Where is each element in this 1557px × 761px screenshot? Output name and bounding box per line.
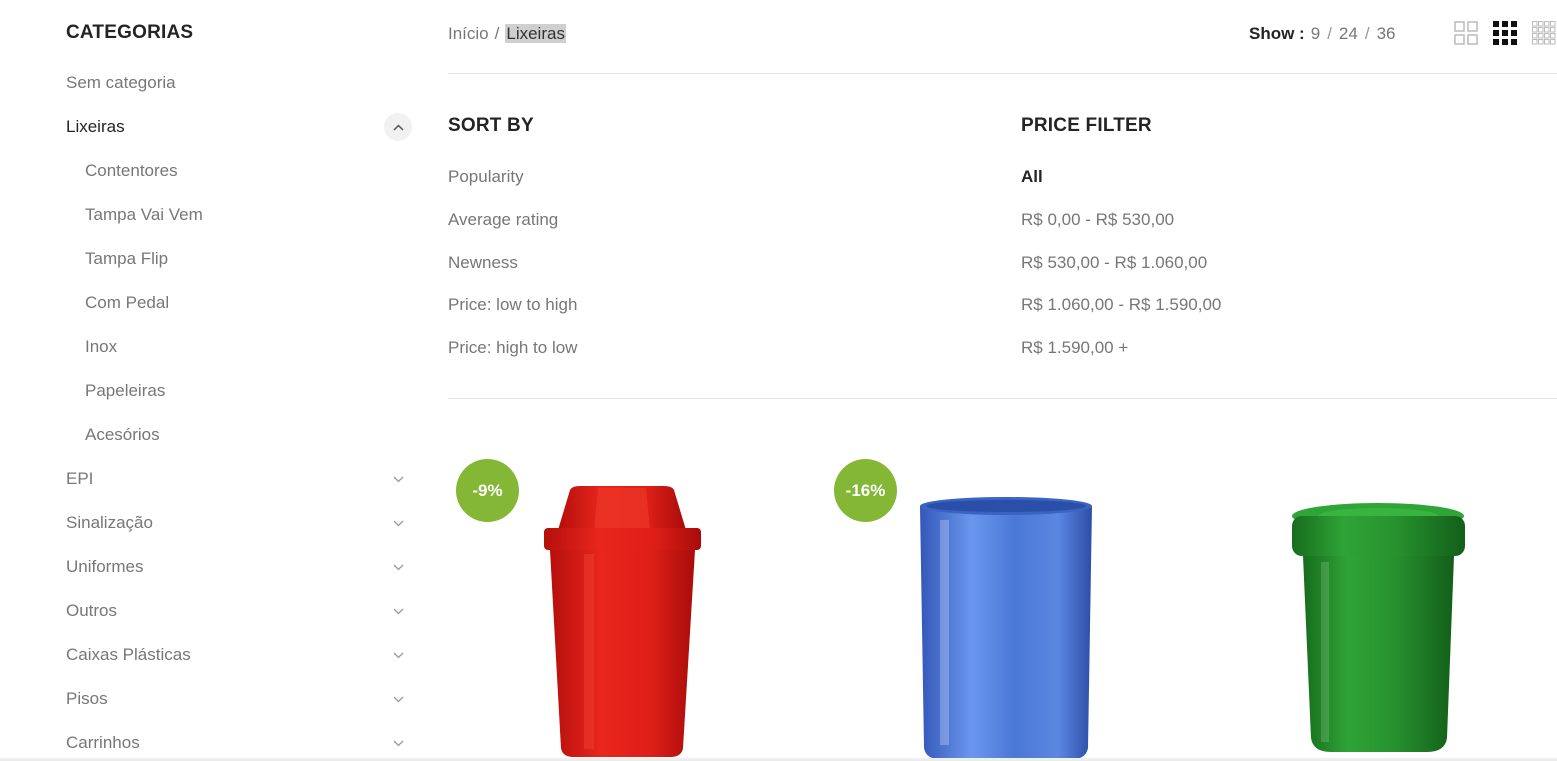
per-page-option-24[interactable]: 24 bbox=[1339, 24, 1358, 43]
price-option-range-2[interactable]: R$ 530,00 - R$ 1.060,00 bbox=[1021, 250, 1207, 276]
per-page-separator: / bbox=[1364, 24, 1370, 43]
category-label: Sinalização bbox=[66, 513, 153, 532]
product-image-blue-bin[interactable] bbox=[918, 496, 1094, 761]
product-card[interactable] bbox=[1204, 458, 1557, 761]
price-option-range-1[interactable]: R$ 0,00 - R$ 530,00 bbox=[1021, 207, 1174, 233]
category-label: Lixeiras bbox=[66, 117, 125, 136]
category-label: Caixas Plásticas bbox=[66, 645, 191, 664]
per-page-option-36[interactable]: 36 bbox=[1377, 24, 1396, 43]
chevron-down-icon bbox=[393, 652, 403, 658]
category-pisos[interactable]: Pisos bbox=[66, 684, 412, 714]
sort-option-popularity[interactable]: Popularity bbox=[448, 164, 524, 190]
filters-divider bbox=[448, 398, 1557, 399]
collapse-toggle[interactable] bbox=[384, 113, 412, 141]
chevron-down-icon bbox=[393, 520, 403, 526]
subcategory-com-pedal[interactable]: Com Pedal bbox=[85, 288, 412, 318]
category-epi[interactable]: EPI bbox=[66, 464, 412, 494]
category-label: Outros bbox=[66, 601, 118, 620]
expand-toggle[interactable] bbox=[384, 685, 412, 713]
grid-4-view-button[interactable] bbox=[1532, 21, 1556, 45]
sort-option-newness[interactable]: Newness bbox=[448, 250, 518, 276]
subcategory-tampa-vai-vem[interactable]: Tampa Vai Vem bbox=[85, 200, 412, 230]
breadcrumb-current: Lixeiras bbox=[505, 24, 566, 43]
sidebar-title: CATEGORIAS bbox=[66, 22, 194, 43]
chevron-down-icon bbox=[393, 608, 403, 614]
product-card[interactable]: -9% bbox=[448, 458, 808, 761]
product-image-green-bin[interactable] bbox=[1291, 502, 1466, 754]
price-option-all[interactable]: All bbox=[1021, 164, 1043, 190]
per-page-separator: / bbox=[1327, 24, 1332, 43]
discount-badge: -9% bbox=[456, 459, 519, 522]
category-lixeiras[interactable]: Lixeiras bbox=[66, 112, 412, 142]
price-filter-panel: PRICE FILTER All R$ 0,00 - R$ 530,00 R$ … bbox=[1021, 112, 1541, 372]
grid-3-icon bbox=[1493, 21, 1517, 45]
breadcrumb-separator: / bbox=[494, 24, 500, 43]
sort-option-price-high-low[interactable]: Price: high to low bbox=[448, 335, 577, 361]
category-sinalizacao[interactable]: Sinalização bbox=[66, 508, 412, 538]
category-label: Pisos bbox=[66, 689, 108, 708]
expand-toggle[interactable] bbox=[384, 729, 412, 757]
per-page-selector: Show : 9 / 24 / 36 bbox=[1249, 21, 1396, 47]
category-caixas-plasticas[interactable]: Caixas Plásticas bbox=[66, 640, 412, 670]
top-divider bbox=[448, 73, 1557, 74]
grid-3-view-button[interactable] bbox=[1493, 21, 1517, 45]
price-filter-title: PRICE FILTER bbox=[1021, 115, 1152, 136]
category-label: Inox bbox=[85, 337, 118, 356]
subcategory-papeleiras[interactable]: Papeleiras bbox=[85, 376, 412, 406]
breadcrumb: Início / Lixeiras bbox=[448, 21, 566, 47]
grid-2-view-button[interactable] bbox=[1454, 21, 1478, 45]
category-carrinhos[interactable]: Carrinhos bbox=[66, 728, 412, 758]
sort-option-average-rating[interactable]: Average rating bbox=[448, 207, 558, 233]
grid-2-icon bbox=[1454, 21, 1478, 45]
category-sem-categoria[interactable]: Sem categoria bbox=[66, 68, 412, 98]
per-page-option-9[interactable]: 9 bbox=[1311, 24, 1320, 43]
chevron-down-icon bbox=[393, 564, 403, 570]
expand-toggle[interactable] bbox=[384, 553, 412, 581]
product-image-red-bin[interactable] bbox=[540, 484, 705, 761]
category-uniformes[interactable]: Uniformes bbox=[66, 552, 412, 582]
discount-badge: -16% bbox=[834, 459, 897, 522]
category-label: Tampa Vai Vem bbox=[85, 205, 203, 224]
chevron-down-icon bbox=[393, 740, 403, 746]
category-label: EPI bbox=[66, 469, 94, 488]
product-card[interactable]: -16% bbox=[826, 458, 1186, 761]
sort-by-title: SORT BY bbox=[448, 115, 534, 136]
chevron-up-icon bbox=[392, 123, 404, 131]
breadcrumb-home-link[interactable]: Início bbox=[448, 24, 489, 43]
category-label: Tampa Flip bbox=[85, 249, 169, 268]
sort-by-panel: SORT BY Popularity Average rating Newnes… bbox=[448, 112, 968, 372]
price-option-range-3[interactable]: R$ 1.060,00 - R$ 1.590,00 bbox=[1021, 292, 1221, 318]
chevron-down-icon bbox=[393, 696, 403, 702]
subcategory-inox[interactable]: Inox bbox=[85, 332, 412, 362]
category-label: Papeleiras bbox=[85, 381, 166, 400]
grid-4-icon bbox=[1532, 21, 1556, 45]
price-option-range-4[interactable]: R$ 1.590,00 + bbox=[1021, 335, 1128, 361]
category-label: Acesórios bbox=[85, 425, 160, 444]
category-label: Sem categoria bbox=[66, 73, 176, 92]
category-outros[interactable]: Outros bbox=[66, 596, 412, 626]
subcategory-tampa-flip[interactable]: Tampa Flip bbox=[85, 244, 412, 274]
show-label: Show : bbox=[1249, 24, 1305, 43]
expand-toggle[interactable] bbox=[384, 509, 412, 537]
subcategory-contentores[interactable]: Contentores bbox=[85, 156, 412, 186]
expand-toggle[interactable] bbox=[384, 641, 412, 669]
expand-toggle[interactable] bbox=[384, 465, 412, 493]
category-label: Uniformes bbox=[66, 557, 144, 576]
category-label: Contentores bbox=[85, 161, 178, 180]
subcategory-acesorios[interactable]: Acesórios bbox=[85, 420, 412, 450]
category-label: Carrinhos bbox=[66, 733, 140, 752]
chevron-down-icon bbox=[393, 476, 403, 482]
expand-toggle[interactable] bbox=[384, 597, 412, 625]
sort-option-price-low-high[interactable]: Price: low to high bbox=[448, 292, 577, 318]
category-label: Com Pedal bbox=[85, 293, 170, 312]
